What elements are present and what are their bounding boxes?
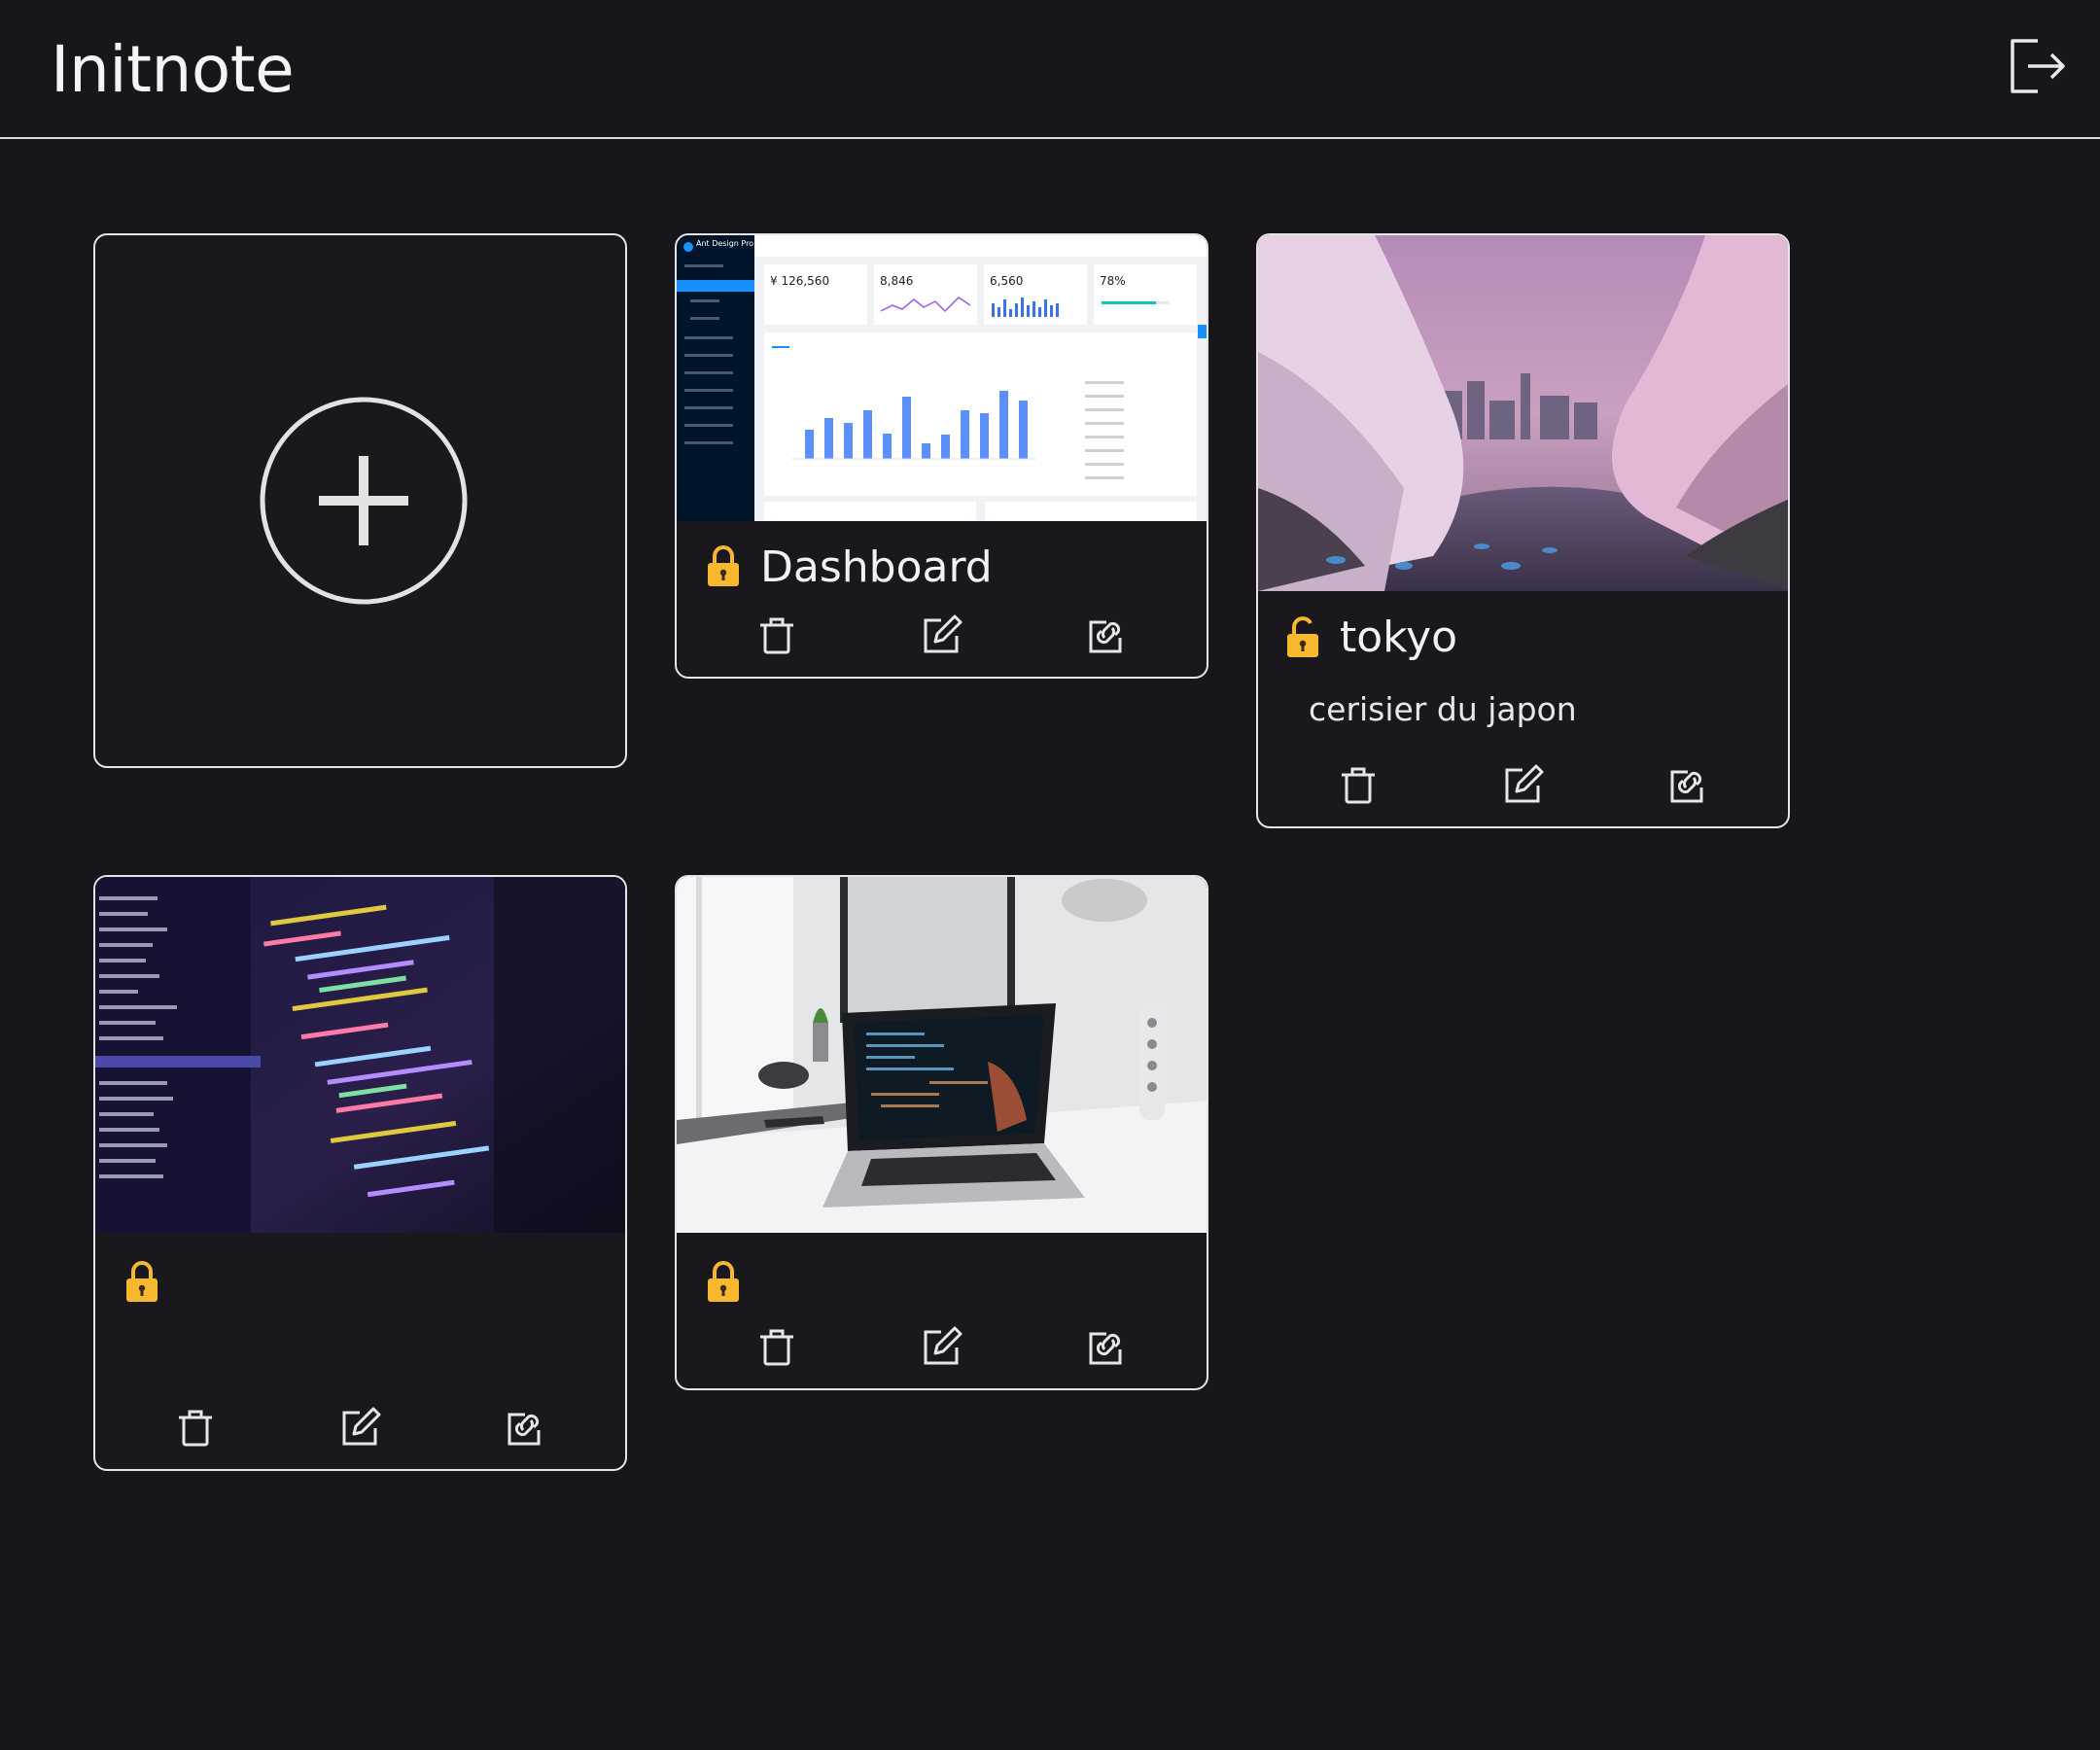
add-note-card[interactable]: [93, 233, 627, 768]
edit-icon[interactable]: [922, 1326, 962, 1367]
app-header: Initnote: [0, 0, 2100, 139]
note-card-tokyo[interactable]: tokyo cerisier du japon: [1256, 233, 1790, 828]
laptop-desk-photo: [677, 877, 1207, 1233]
note-thumbnail[interactable]: [95, 877, 625, 1233]
note-actions: [677, 1326, 1207, 1375]
edit-icon[interactable]: [340, 1407, 381, 1448]
note-thumbnail[interactable]: [1258, 235, 1788, 591]
cherry-blossom-photo: [1258, 235, 1788, 591]
share-link-icon[interactable]: [1668, 764, 1709, 805]
logout-icon: [2011, 39, 2065, 93]
trash-icon[interactable]: [756, 614, 797, 655]
trash-icon[interactable]: [756, 1326, 797, 1367]
note-thumbnail[interactable]: [677, 235, 1207, 521]
note-actions: [95, 1407, 625, 1455]
note-thumbnail[interactable]: [677, 877, 1207, 1233]
note-card-code[interactable]: [93, 875, 627, 1471]
note-title: Dashboard: [760, 542, 993, 592]
share-link-icon[interactable]: [1087, 1326, 1128, 1367]
logout-button[interactable]: [2009, 37, 2067, 95]
note-card-laptop[interactable]: [675, 875, 1208, 1390]
lock-icon[interactable]: [706, 544, 741, 587]
note-description: cerisier du japon: [1309, 690, 1577, 728]
dashboard-screenshot: [677, 235, 1207, 521]
note-actions: [677, 614, 1207, 663]
lock-icon[interactable]: [124, 1260, 159, 1303]
trash-icon[interactable]: [175, 1407, 216, 1448]
edit-icon[interactable]: [1503, 764, 1544, 805]
plus-circle-icon: [260, 397, 468, 605]
app-title: Initnote: [51, 32, 295, 107]
share-link-icon[interactable]: [1087, 614, 1128, 655]
note-card-dashboard[interactable]: Dashboard: [675, 233, 1208, 679]
lock-icon[interactable]: [706, 1260, 741, 1303]
share-link-icon[interactable]: [506, 1407, 546, 1448]
note-actions: [1258, 764, 1788, 813]
edit-icon[interactable]: [922, 614, 962, 655]
code-editor-photo: [95, 877, 625, 1233]
unlock-icon[interactable]: [1285, 615, 1320, 658]
trash-icon[interactable]: [1338, 764, 1379, 805]
note-title: tokyo: [1340, 612, 1458, 662]
